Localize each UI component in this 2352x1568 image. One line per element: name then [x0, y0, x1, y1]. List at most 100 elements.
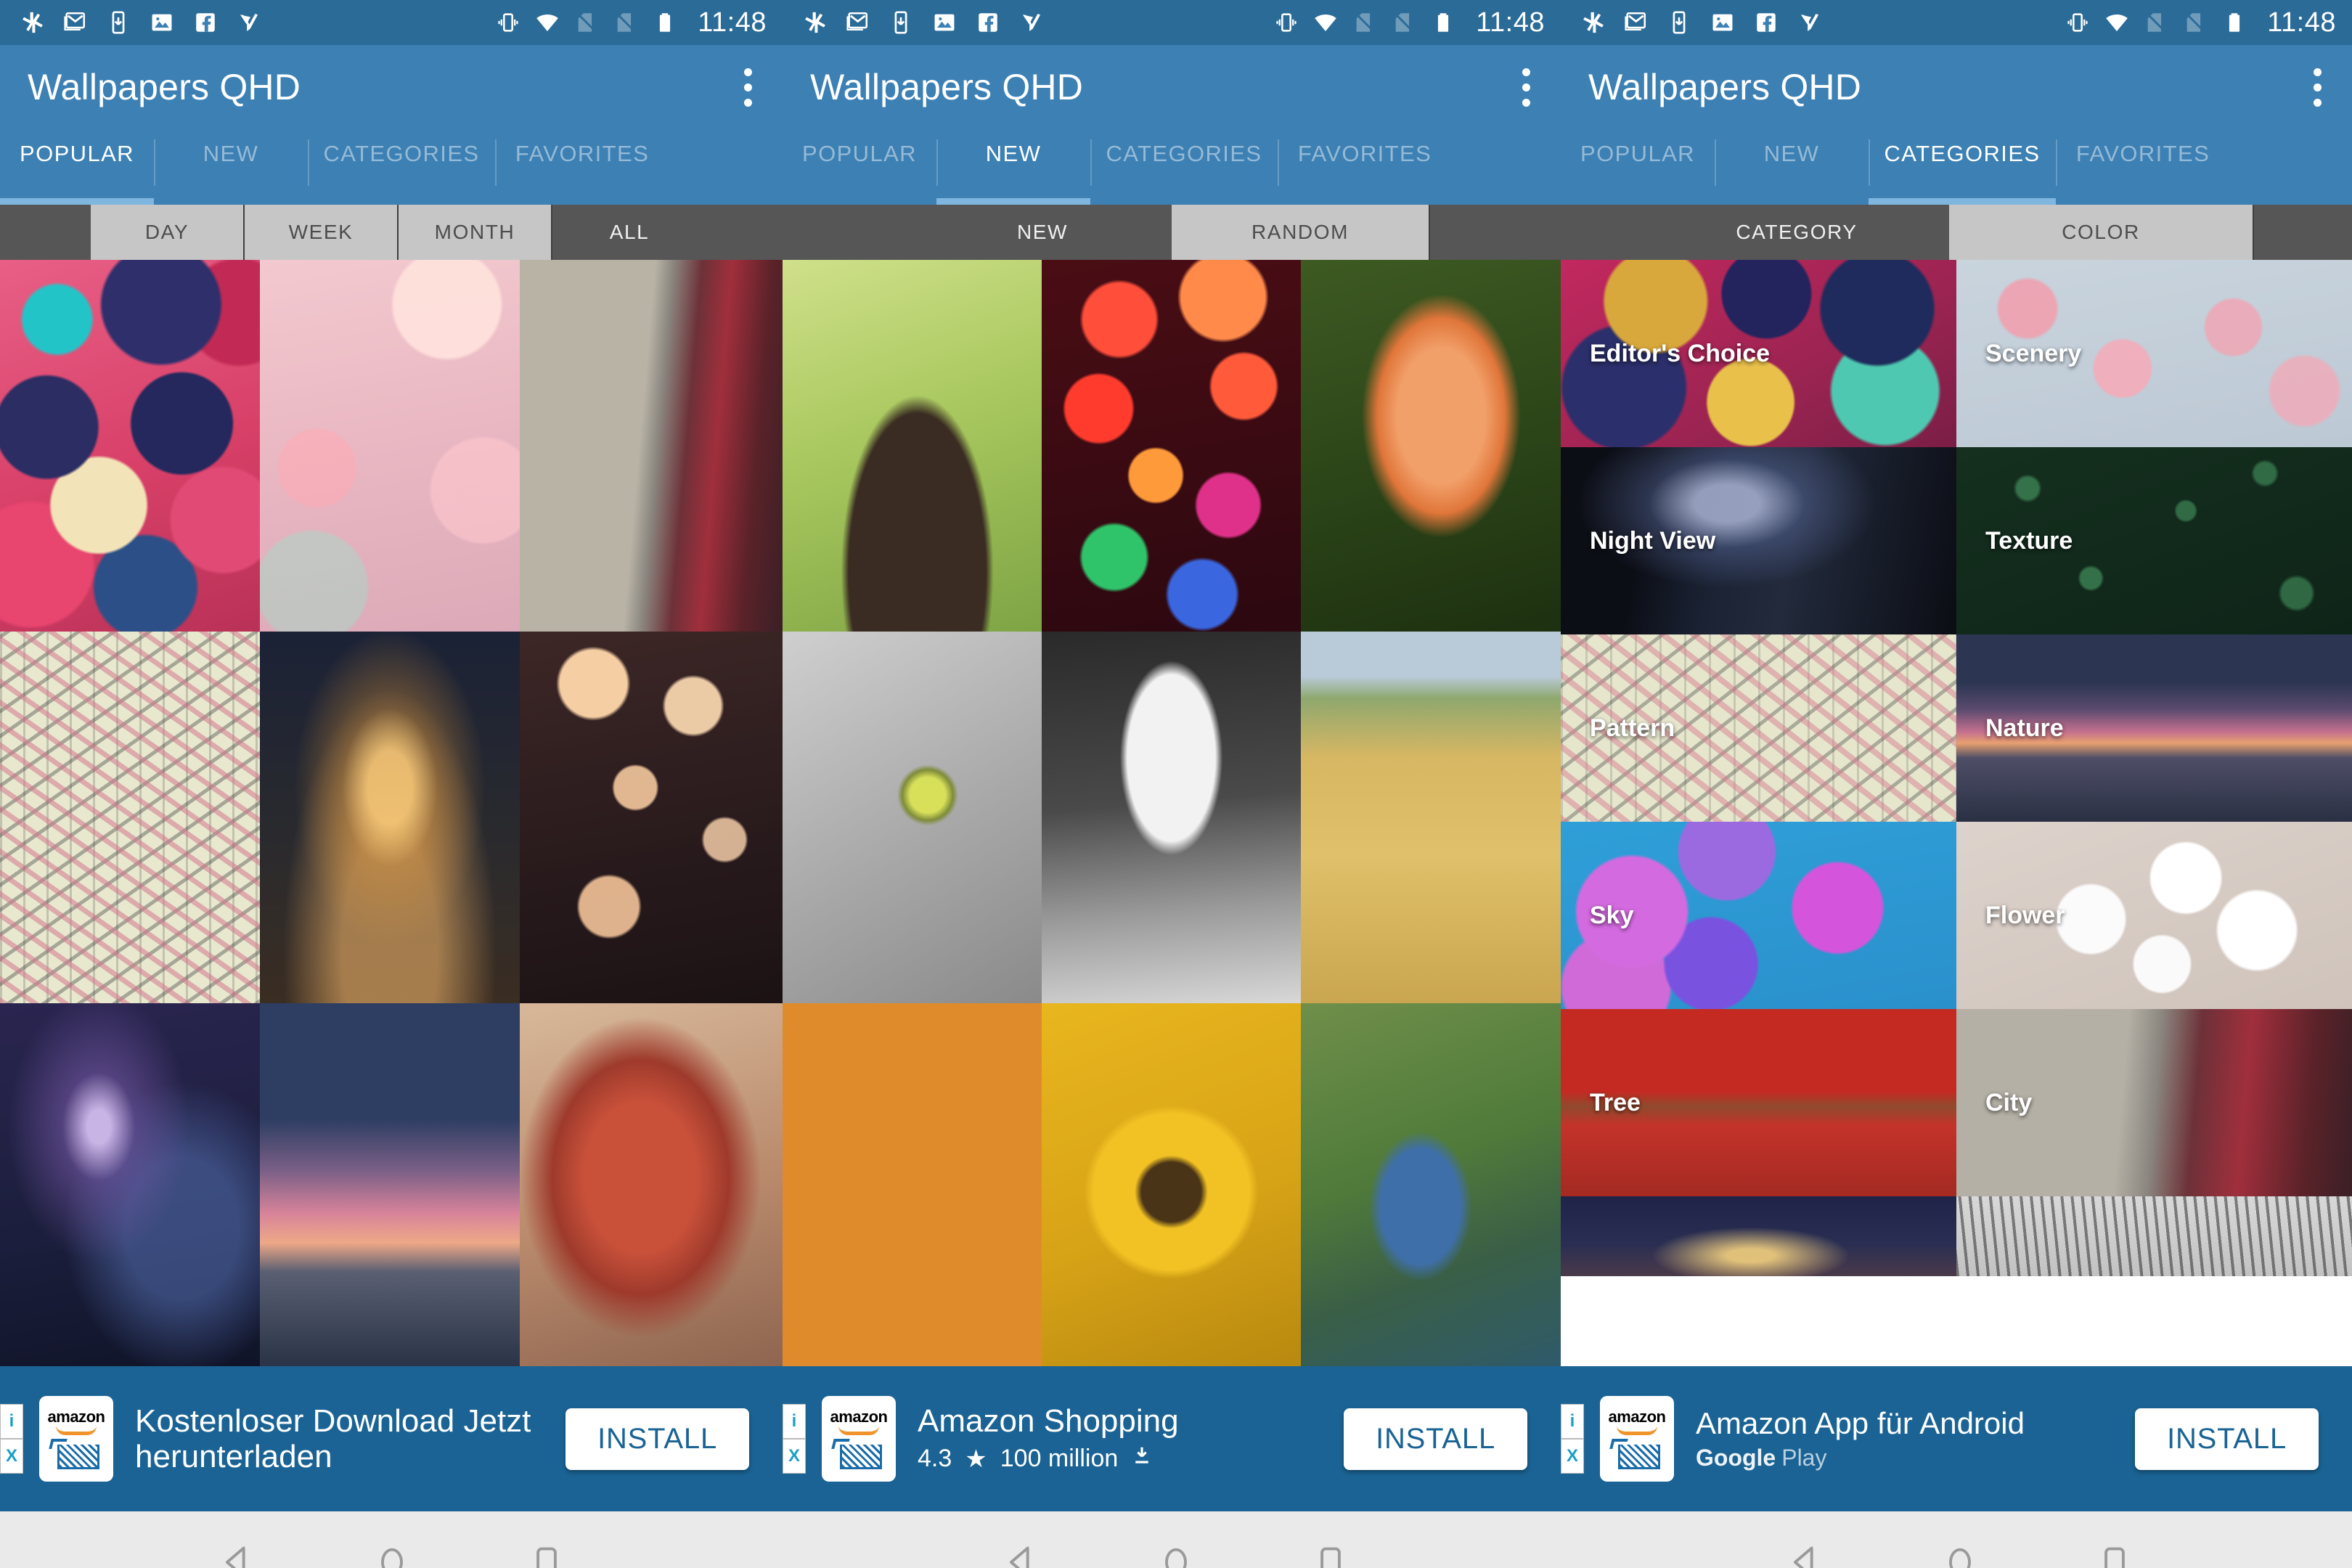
battery-full-icon: [653, 10, 677, 35]
wallpaper-thumb-heart-bokeh[interactable]: [520, 632, 783, 1003]
home-circle-icon[interactable]: [367, 1537, 417, 1568]
ad-banner-3[interactable]: i X amazon Amazon App für Android Google…: [1561, 1366, 2352, 1511]
ad-banner-2[interactable]: i X amazon Amazon Shopping 4.3 ★ 100 mil…: [783, 1366, 1561, 1511]
adchoices-icon-2[interactable]: i: [783, 1404, 806, 1439]
wallpaper-thumb-sunset-clouds-lake[interactable]: [260, 1003, 520, 1366]
tab-popular-1[interactable]: POPULAR: [0, 129, 154, 205]
back-triangle-icon[interactable]: [212, 1537, 263, 1568]
tab-favorites-3[interactable]: FAVORITES: [2056, 129, 2230, 205]
download-to-device-icon: [106, 10, 131, 35]
wallpaper-thumb-autumn-leaf-heart[interactable]: [520, 1003, 783, 1366]
tab-favorites-1[interactable]: FAVORITES: [495, 129, 669, 205]
overflow-menu-button-2[interactable]: [1516, 58, 1536, 117]
category-tile-editors-choice[interactable]: Editor's Choice: [1561, 260, 1956, 447]
category-tile-tree[interactable]: Tree: [1561, 1009, 1956, 1196]
wallpaper-thumb-orange-brick-tiles[interactable]: [783, 1003, 1042, 1366]
wallpaper-thumb-grey-cat-eye[interactable]: [783, 632, 1042, 1003]
no-sim-1-icon: [2144, 10, 2168, 35]
wallpaper-thumb-balloons-pink-blue[interactable]: [0, 260, 260, 632]
filter-color-button[interactable]: COLOR: [1949, 205, 2254, 260]
home-circle-icon[interactable]: [1151, 1537, 1201, 1568]
category-tile-partial-grass-bw[interactable]: [1956, 1196, 2352, 1276]
ad-install-button-2[interactable]: INSTALL: [1344, 1408, 1527, 1470]
ad-install-button-1[interactable]: INSTALL: [565, 1408, 749, 1470]
tab-favorites-2[interactable]: FAVORITES: [1278, 129, 1452, 205]
wallpaper-column: [1301, 260, 1561, 1366]
ad-close-button-1[interactable]: X: [0, 1439, 23, 1474]
back-triangle-icon[interactable]: [996, 1537, 1047, 1568]
ad-banner-1[interactable]: i X amazon Kostenloser Download Jetzt he…: [0, 1366, 783, 1511]
nav-section-1: [0, 1511, 784, 1568]
app-bar-2: Wallpapers QHD: [783, 45, 1561, 129]
wallpaper-thumb-aerial-green-lake[interactable]: [1301, 1003, 1561, 1366]
recents-square-icon[interactable]: [1305, 1537, 1356, 1568]
tab-popular-3[interactable]: POPULAR: [1561, 129, 1715, 205]
adchoices-icon-1[interactable]: i: [0, 1404, 23, 1439]
category-tile-texture[interactable]: Texture: [1956, 447, 2352, 634]
tab-label: POPULAR: [802, 141, 917, 166]
wallpaper-grid-popular[interactable]: [0, 260, 783, 1366]
back-triangle-icon[interactable]: [1780, 1537, 1831, 1568]
tab-popular-2[interactable]: POPULAR: [783, 129, 936, 205]
category-tile-city[interactable]: City: [1956, 1009, 2352, 1196]
tasks-check-icon: [1797, 10, 1822, 35]
tab-new-2[interactable]: NEW: [936, 129, 1090, 205]
tab-new-3[interactable]: NEW: [1715, 129, 1869, 205]
filter-random-button[interactable]: RANDOM: [1172, 205, 1430, 260]
wallpaper-grid-new[interactable]: [783, 260, 1561, 1366]
wallpaper-thumb-city-street-tram[interactable]: [520, 260, 783, 632]
wallpaper-thumb-eiffel-tower-night[interactable]: [260, 632, 520, 1003]
filter-new-button[interactable]: NEW: [913, 205, 1172, 260]
wallpaper-thumb-galaxy-nebula[interactable]: [0, 1003, 260, 1366]
recents-square-icon[interactable]: [2089, 1537, 2140, 1568]
tab-new-1[interactable]: NEW: [154, 129, 308, 205]
wallpaper-thumb-colorful-bokeh-lights[interactable]: [1042, 260, 1301, 632]
wallpaper-column: [260, 260, 520, 1366]
category-tile-sky[interactable]: Sky: [1561, 822, 1956, 1009]
category-tile-night-view[interactable]: Night View: [1561, 447, 1956, 634]
wallpaper-thumb-black-white-cat[interactable]: [1042, 632, 1301, 1003]
tab-categories-1[interactable]: CATEGORIES: [308, 129, 495, 205]
home-circle-icon[interactable]: [1935, 1537, 1985, 1568]
category-tile-partial-night-horizon[interactable]: [1561, 1196, 1956, 1276]
category-tile-nature[interactable]: Nature: [1956, 634, 2352, 822]
category-grid[interactable]: Editor's Choice Scenery Night View Textu…: [1561, 260, 2352, 1366]
facebook-icon: [976, 10, 1000, 35]
status-bar-left-icons-2: [801, 10, 1044, 35]
category-label: Scenery: [1985, 339, 2082, 367]
nav-section-3: [1568, 1511, 2352, 1568]
wallpaper-thumb-yellow-sunflower[interactable]: [1042, 1003, 1301, 1366]
filter-all-button[interactable]: ALL: [552, 205, 706, 260]
wallpaper-thumb-orange-lily-flower[interactable]: [1301, 260, 1561, 632]
ad-chip-3: i X: [1561, 1404, 1584, 1474]
wifi-icon: [1313, 10, 1338, 35]
filter-month-button[interactable]: MONTH: [399, 205, 552, 260]
tab-categories-2[interactable]: CATEGORIES: [1090, 129, 1278, 205]
category-tile-scenery[interactable]: Scenery: [1956, 260, 2352, 447]
app-bar-3: Wallpapers QHD: [1561, 45, 2352, 129]
wallpaper-thumb-wheat-field[interactable]: [1301, 632, 1561, 1003]
ad-install-button-3[interactable]: INSTALL: [2135, 1408, 2319, 1470]
category-tile-flower[interactable]: Flower: [1956, 822, 2352, 1009]
ad-close-button-2[interactable]: X: [783, 1439, 806, 1474]
wallpaper-thumb-coffee-cup-grass[interactable]: [783, 260, 1042, 632]
ad-close-button-3[interactable]: X: [1561, 1439, 1584, 1474]
wallpaper-thumb-dandelion-bokeh[interactable]: [260, 260, 520, 632]
adchoices-icon-3[interactable]: i: [1561, 1404, 1584, 1439]
gmail-icon: [62, 10, 87, 35]
category-tile-pattern[interactable]: Pattern: [1561, 634, 1956, 822]
status-bar-right-icons-1: 11:48: [496, 7, 767, 38]
filter-week-button[interactable]: WEEK: [245, 205, 399, 260]
wallpaper-column: [520, 260, 783, 1366]
app-bar-1: Wallpapers QHD: [0, 45, 783, 129]
tab-categories-3[interactable]: CATEGORIES: [1869, 129, 2056, 205]
filter-category-button[interactable]: CATEGORY: [1644, 205, 1949, 260]
recents-square-icon[interactable]: [521, 1537, 572, 1568]
wallpaper-thumb-doodle-girls-pattern[interactable]: [0, 632, 260, 1003]
tasks-check-icon: [237, 10, 261, 35]
amazon-app-icon-2: amazon: [822, 1396, 896, 1482]
overflow-menu-button-1[interactable]: [738, 58, 758, 117]
tab-label: NEW: [203, 141, 259, 166]
overflow-menu-button-3[interactable]: [2307, 58, 2327, 117]
filter-day-button[interactable]: DAY: [91, 205, 245, 260]
